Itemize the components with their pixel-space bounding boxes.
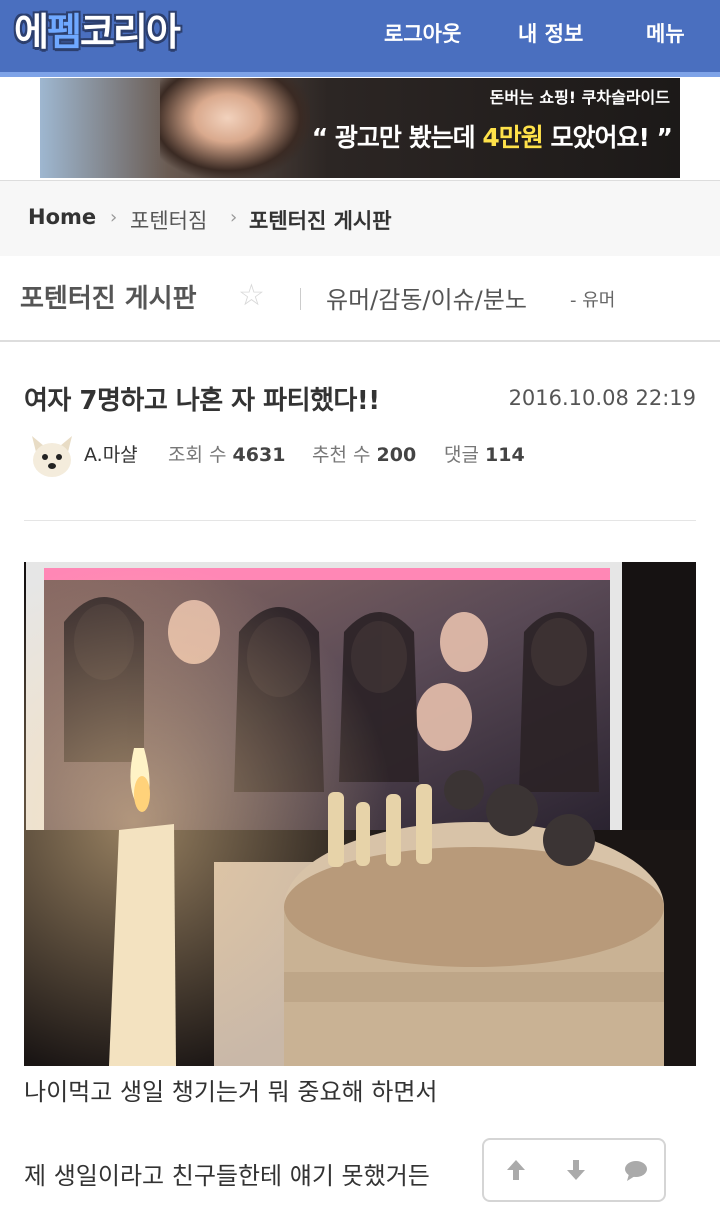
avatar[interactable] bbox=[26, 430, 78, 482]
board-title[interactable]: 포텐터진 게시판 bbox=[20, 278, 197, 315]
header-underline bbox=[0, 72, 720, 77]
author-name[interactable]: A.마샬 bbox=[84, 440, 138, 467]
ad-main-suffix: 모았어요! ” bbox=[542, 123, 673, 152]
chevron-right-icon: › bbox=[230, 207, 238, 228]
post-body-line: 제 생일이라고 친구들한테 얘기 못했거든 bbox=[24, 1162, 430, 1190]
comment-count: 댓글 114 bbox=[444, 440, 525, 467]
site-logo[interactable]: 에펨코리아 bbox=[14, 6, 181, 58]
like-count-value: 200 bbox=[376, 444, 417, 466]
board-subcategory: - 유머 bbox=[570, 290, 616, 311]
logo-text-3: 코리아 bbox=[79, 10, 181, 54]
ad-main-prefix: “ 광고만 봤는데 bbox=[311, 123, 483, 152]
post-photo bbox=[24, 562, 696, 1066]
logo-text-2: 펨 bbox=[46, 10, 82, 54]
post-body-line: 나이먹고 생일 챙기는거 뭐 중요해 하면서 bbox=[24, 1078, 438, 1106]
post-divider bbox=[24, 520, 696, 521]
breadcrumb: Home › 포텐터짐 › 포텐터진 게시판 bbox=[0, 180, 720, 256]
board-divider bbox=[300, 288, 301, 310]
comment-icon[interactable] bbox=[620, 1154, 652, 1186]
floating-toolbar bbox=[482, 1138, 666, 1202]
arrow-down-icon[interactable] bbox=[560, 1154, 592, 1186]
star-icon[interactable]: ☆ bbox=[238, 278, 265, 314]
board-category[interactable]: 유머/감동/이슈/분노 bbox=[326, 280, 527, 315]
ad-top-text: 돈버는 쇼핑! 쿠차슬라이드 bbox=[489, 88, 670, 107]
ad-main-highlight: 4만원 bbox=[482, 123, 543, 152]
view-count-label: 조회 수 bbox=[168, 444, 227, 466]
top-header: 에펨코리아 로그아웃 내 정보 메뉴 bbox=[0, 0, 720, 72]
menu-link[interactable]: 메뉴 bbox=[646, 18, 685, 48]
breadcrumb-home[interactable]: Home bbox=[28, 205, 96, 229]
ad-main-text: “ 광고만 봤는데 4만원 모았어요! ” bbox=[311, 118, 673, 154]
comment-count-value: 114 bbox=[485, 444, 525, 466]
like-count: 추천 수 200 bbox=[312, 440, 416, 467]
board-header: 포텐터진 게시판 ☆ 유머/감동/이슈/분노 - 유머 bbox=[0, 256, 720, 342]
my-info-link[interactable]: 내 정보 bbox=[518, 18, 583, 48]
comment-count-label: 댓글 bbox=[444, 444, 479, 466]
ad-banner[interactable]: 돈버는 쇼핑! 쿠차슬라이드 “ 광고만 봤는데 4만원 모았어요! ” bbox=[40, 78, 680, 178]
post-date: 2016.10.08 22:19 bbox=[508, 386, 696, 410]
post-title: 여자 7명하고 나혼 자 파티했다!! bbox=[24, 386, 380, 416]
logo-text-1: 에 bbox=[14, 10, 49, 54]
chevron-right-icon: › bbox=[110, 207, 118, 228]
breadcrumb-level1[interactable]: 포텐터짐 bbox=[130, 205, 207, 235]
ad-person-image bbox=[160, 78, 310, 178]
view-count-value: 4631 bbox=[232, 444, 286, 466]
view-count: 조회 수 4631 bbox=[168, 440, 285, 467]
arrow-up-icon[interactable] bbox=[500, 1154, 532, 1186]
breadcrumb-level2[interactable]: 포텐터진 게시판 bbox=[249, 205, 392, 235]
logout-link[interactable]: 로그아웃 bbox=[384, 18, 461, 48]
like-count-label: 추천 수 bbox=[312, 444, 371, 466]
